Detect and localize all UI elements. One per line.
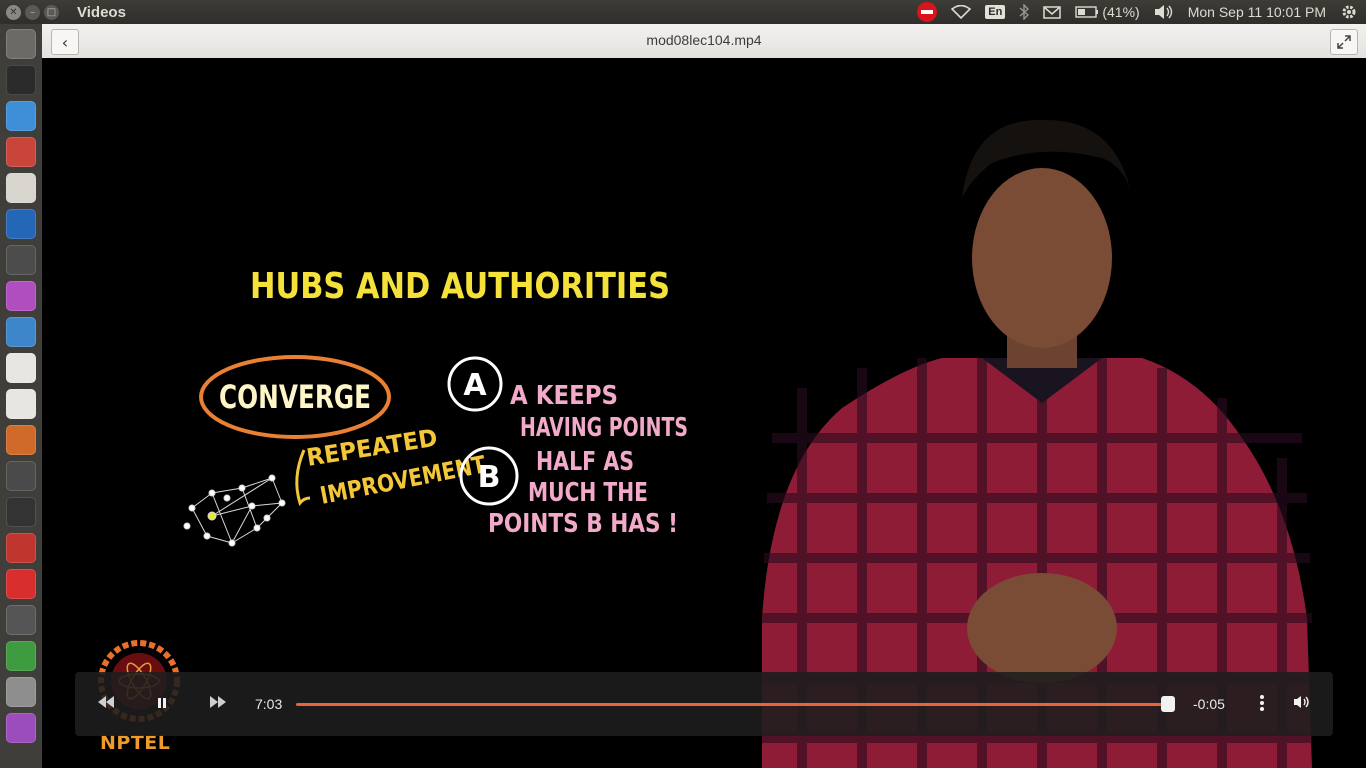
geogebra-icon[interactable] [6,605,36,635]
settings-app-icon[interactable] [6,533,36,563]
note-line-5: POINTS B HAS ! [488,509,678,539]
no-entry-icon[interactable] [917,2,938,22]
wifi-icon[interactable] [951,5,972,19]
drive-icon[interactable] [6,677,36,707]
remaining-time: -0:05 [1193,696,1225,712]
player-controls: 7:03 -0:05 [75,672,1333,736]
video-surface[interactable]: HUBS AND AUTHORITIES CONVERGE REPEATED I… [42,58,1366,768]
writer-icon[interactable] [6,317,36,347]
datetime[interactable]: Mon Sep 11 10:01 PM [1188,4,1326,20]
note-line-1: A KEEPS [510,381,618,411]
gmail-icon[interactable] [6,389,36,419]
node-b-label: B [478,460,501,495]
note-line-3: HALF AS [536,447,634,477]
maximize-window-button[interactable]: □ [44,4,59,20]
r-icon[interactable] [6,209,36,239]
node-a-label: A [463,368,487,403]
network-graph [183,474,286,547]
mail-icon[interactable] [1043,5,1062,19]
skip-back-icon [98,696,114,708]
close-window-button[interactable]: ✕ [6,4,21,20]
panel-indicators: En (41%) Mon Sep 11 10:01 PM [917,2,1366,22]
files-icon[interactable] [6,137,36,167]
presentation-icon[interactable] [6,281,36,311]
seek-bar[interactable] [296,703,1174,706]
window-title: mod08lec104.mp4 [646,32,762,48]
seek-handle[interactable] [1160,696,1175,712]
ipython-icon[interactable] [6,497,36,527]
window-header: ‹ mod08lec104.mp4 [42,24,1366,59]
chrome-icon[interactable] [6,101,36,131]
document-viewer-icon[interactable] [6,173,36,203]
volume-button[interactable] [1293,695,1311,712]
terminal-icon[interactable] [6,65,36,95]
system-gear-icon[interactable] [1340,3,1358,21]
fullscreen-button[interactable] [1330,29,1358,55]
calc-icon[interactable] [6,641,36,671]
video-frame: HUBS AND AUTHORITIES CONVERGE REPEATED I… [183,119,1312,768]
elapsed-time: 7:03 [255,696,283,712]
skip-forward-icon [210,696,226,708]
note-line-4: MUCH THE [528,478,648,508]
converge-text: CONVERGE [219,378,371,416]
dash-icon[interactable] [6,29,36,59]
minimize-window-button[interactable]: – [25,4,40,20]
board-title: HUBS AND AUTHORITIES [250,266,670,307]
window-buttons: ✕ – □ [6,4,59,20]
installer-icon[interactable] [6,713,36,743]
presenter [762,119,1312,768]
video-editor-icon[interactable] [6,245,36,275]
battery-indicator[interactable]: (41%) [1075,4,1140,20]
expand-icon [1337,35,1351,49]
launcher [0,24,43,768]
volume-icon [1294,696,1309,708]
top-panel: ✕ – □ Videos En (41%) Mon Sep 11 10:01 P… [0,0,1366,24]
skip-back-button[interactable] [97,695,115,711]
pause-button[interactable] [157,696,167,712]
battery-percent: (41%) [1102,4,1140,20]
pause-icon [158,698,166,708]
impress-icon[interactable] [6,425,36,455]
app-title: Videos [77,3,126,21]
opera-icon[interactable] [6,569,36,599]
battery-icon [1075,6,1099,18]
more-vertical-icon [1260,695,1264,711]
sublime-icon[interactable] [6,461,36,491]
keyboard-layout-indicator[interactable]: En [985,5,1006,19]
menu-button[interactable] [1259,694,1265,715]
note-line-2: HAVING POINTS [520,413,688,443]
skip-forward-button[interactable] [209,695,227,711]
text-editor-icon[interactable] [6,353,36,383]
bluetooth-icon[interactable] [1019,4,1030,20]
volume-icon[interactable] [1154,4,1174,20]
